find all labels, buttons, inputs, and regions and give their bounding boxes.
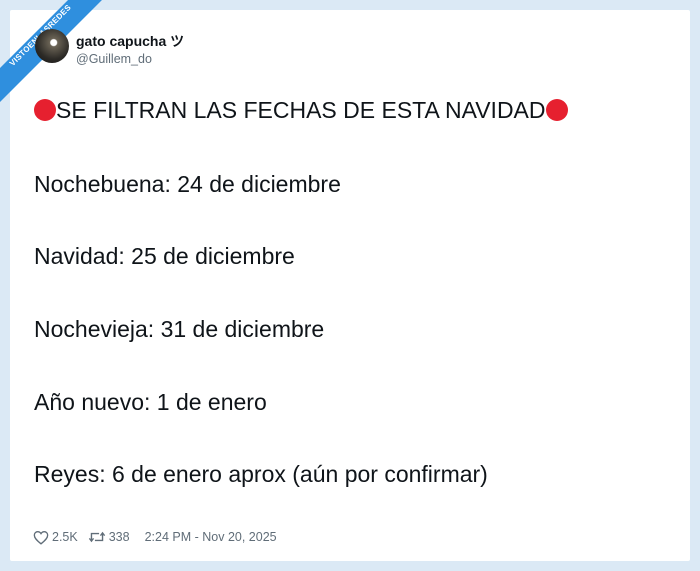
- red-circle-icon: [34, 99, 56, 121]
- tweet-timestamp[interactable]: 2:24 PM - Nov 20, 2025: [145, 530, 277, 544]
- headline-text: SE FILTRAN LAS FECHAS DE ESTA NAVIDAD: [56, 96, 546, 123]
- tweet-line-nochevieja: Nochevieja: 31 de diciembre: [34, 316, 325, 342]
- heart-icon[interactable]: [33, 530, 49, 545]
- retweet-count[interactable]: 338: [109, 530, 130, 544]
- avatar[interactable]: [35, 29, 69, 63]
- author-handle[interactable]: @Guillem_do: [76, 52, 152, 66]
- author-name[interactable]: gato capucha ツ: [76, 31, 184, 51]
- tweet-line-reyes: Reyes: 6 de enero aprox (aún por confirm…: [34, 461, 488, 487]
- retweet-icon[interactable]: [88, 530, 106, 544]
- tweet-line-nochebuena: Nochebuena: 24 de diciembre: [34, 171, 341, 197]
- tweet-footer: 2.5K 338 2:24 PM - Nov 20, 2025: [33, 528, 277, 546]
- tweet-line-navidad: Navidad: 25 de diciembre: [34, 243, 295, 269]
- like-count[interactable]: 2.5K: [52, 530, 78, 544]
- tweet-headline: SE FILTRAN LAS FECHAS DE ESTA NAVIDAD: [34, 96, 568, 124]
- tweet-line-ano-nuevo: Año nuevo: 1 de enero: [34, 389, 267, 415]
- red-circle-icon: [545, 99, 568, 121]
